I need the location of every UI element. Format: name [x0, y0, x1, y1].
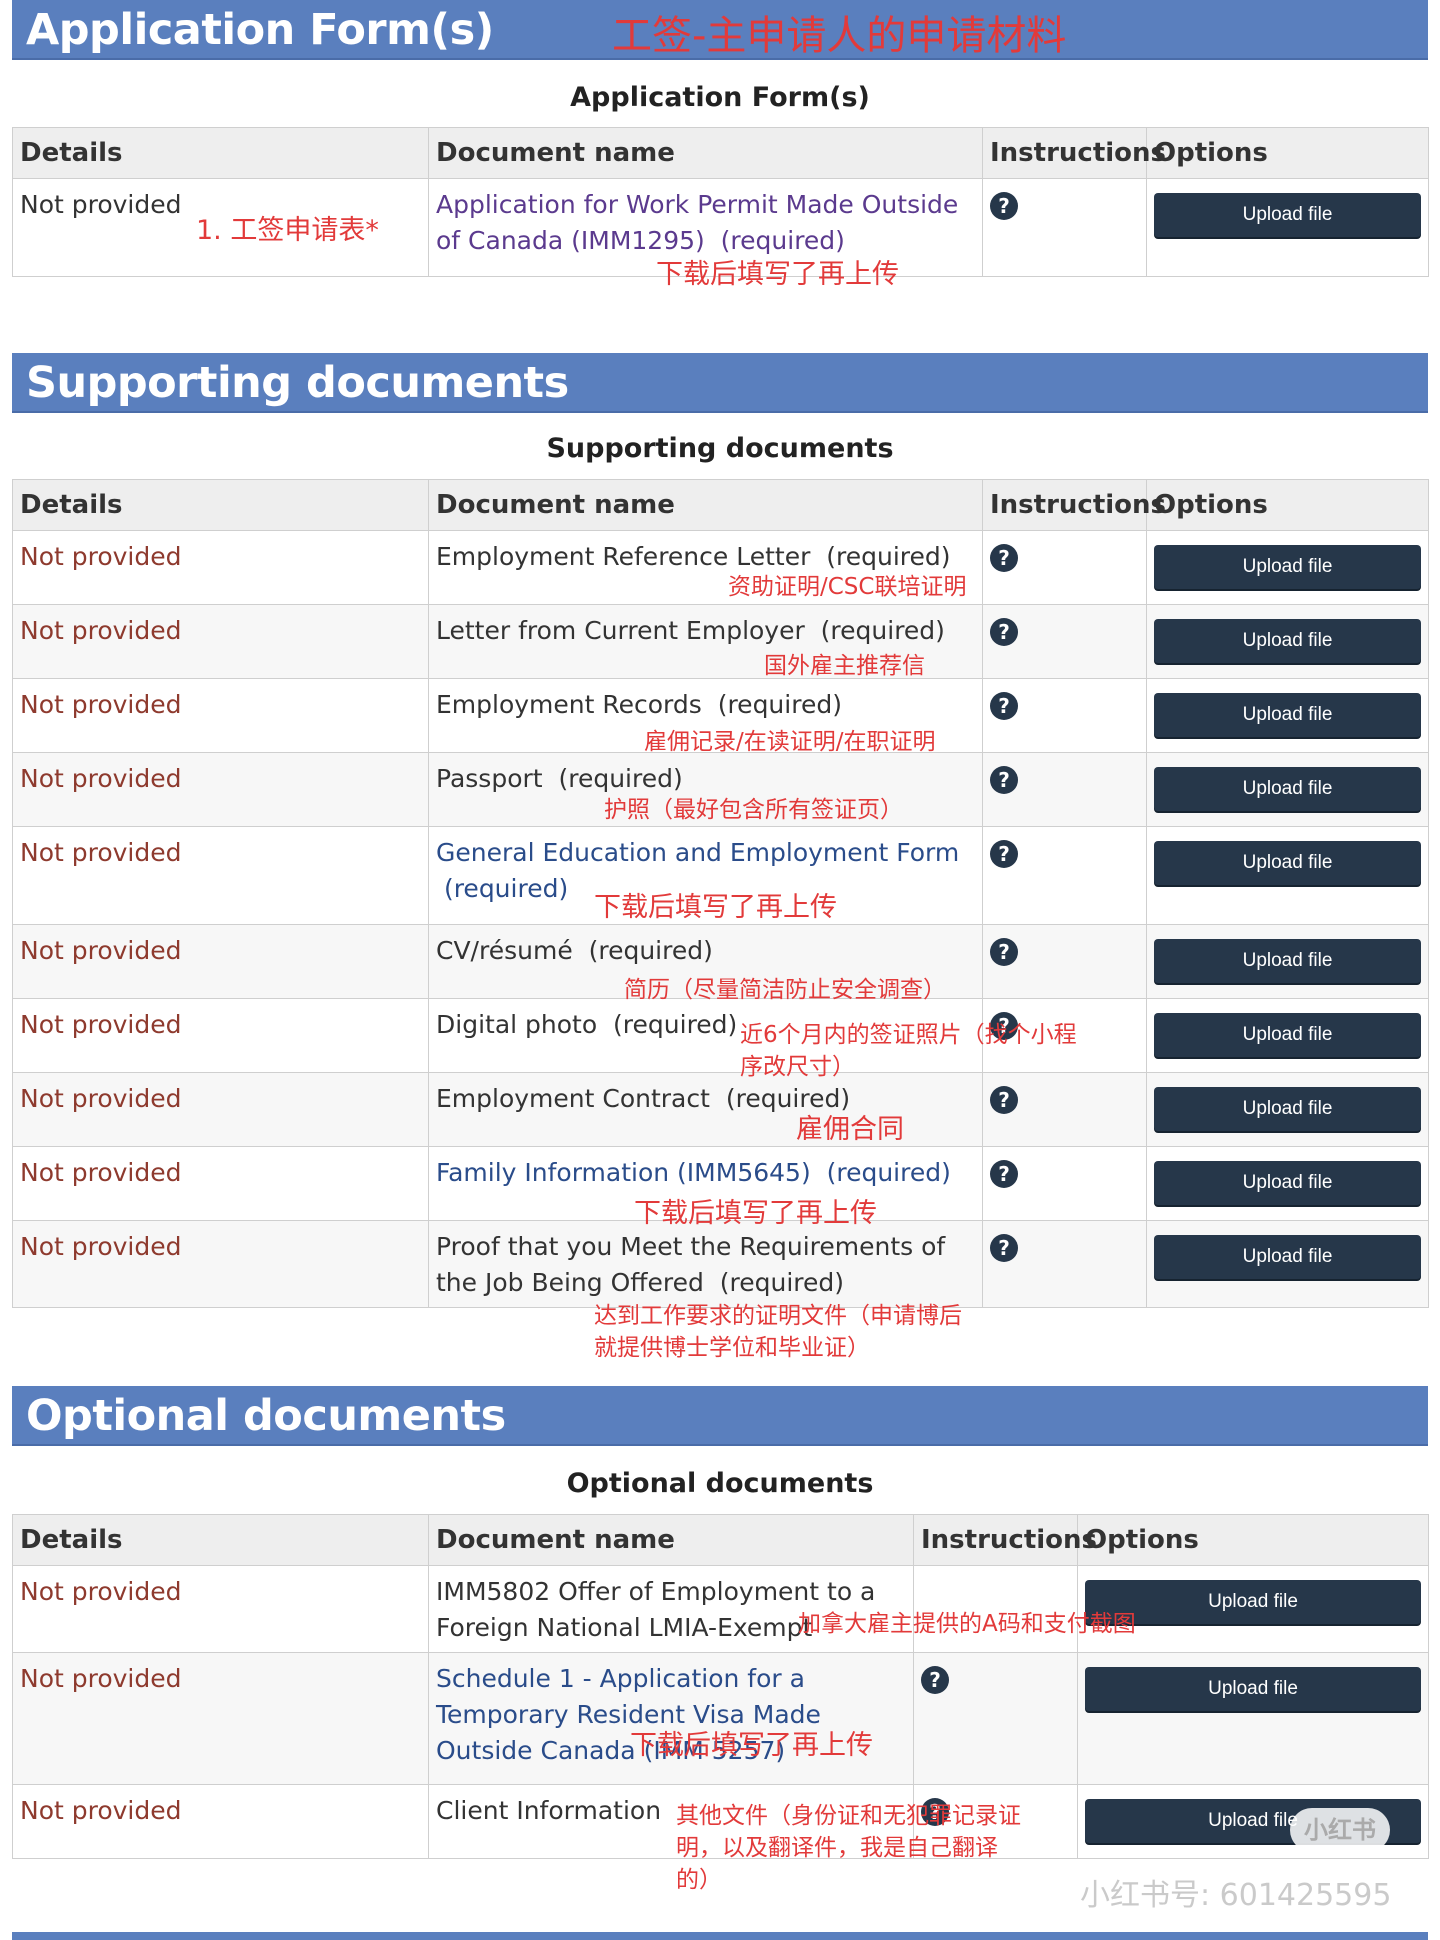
table-row: Not provided Proof that you Meet the Req… — [12, 1220, 1429, 1308]
question-circle-icon[interactable]: ? — [990, 192, 1018, 220]
upload-file-button[interactable]: Upload file — [1085, 1667, 1421, 1711]
table-row: Not provided Digital photo (required) ? … — [12, 998, 1429, 1073]
upload-file-button[interactable]: Upload file — [1154, 619, 1421, 663]
table-row: Not provided Employment Contract (requir… — [12, 1072, 1429, 1147]
table-caption: Supporting documents — [546, 433, 894, 464]
col-header-details: Details — [12, 127, 429, 179]
watermark-text: 小红书号: 601425595 — [1080, 1878, 1392, 1913]
upload-file-button[interactable]: Upload file — [1154, 193, 1421, 237]
status-text: Not provided — [20, 936, 182, 965]
status-text: Not provided — [20, 616, 182, 645]
col-header-instructions: Instructions — [913, 1514, 1097, 1566]
annotation: 下载后填写了再上传 — [630, 1730, 873, 1761]
annotation: 下载后填写了再上传 — [594, 892, 837, 923]
question-circle-icon[interactable]: ? — [990, 544, 1018, 572]
table-row: Not provided Employment Reference Letter… — [12, 530, 1429, 605]
status-text: Not provided — [20, 1796, 182, 1825]
annotation-title: 工签-主申请人的申请材料 — [612, 13, 1067, 59]
col-header-instructions: Instructions — [982, 127, 1166, 179]
section-header-optional: Optional documents — [12, 1386, 1428, 1446]
document-name: Employment Contract (required) — [436, 1084, 851, 1113]
status-text: Not provided — [20, 1577, 182, 1606]
status-text: Not provided — [20, 542, 182, 571]
annotation: 国外雇主推荐信 — [764, 653, 925, 679]
status-text: Not provided — [20, 1010, 182, 1039]
annotation: 雇佣记录/在读证明/在职证明 — [644, 729, 936, 755]
watermark-logo: 小红书 — [1290, 1808, 1390, 1852]
annotation: 达到工作要求的证明文件（申请博后就提供博士学位和毕业证） — [594, 1303, 962, 1361]
question-circle-icon[interactable]: ? — [990, 618, 1018, 646]
question-circle-icon[interactable]: ? — [921, 1666, 949, 1694]
col-header-options: Options — [1146, 479, 1429, 531]
table-caption: Optional documents — [566, 1468, 874, 1499]
col-header-document: Document name — [428, 479, 983, 531]
document-name: Passport (required) — [436, 764, 683, 793]
status-text: Not provided — [20, 1084, 182, 1113]
status-text: Not provided — [20, 690, 182, 719]
upload-file-button[interactable]: Upload file — [1154, 841, 1421, 885]
annotation: 护照（最好包含所有签证页） — [604, 797, 903, 823]
question-circle-icon[interactable]: ? — [990, 938, 1018, 966]
col-header-document: Document name — [428, 127, 983, 179]
annotation: 加拿大雇主提供的A码和支付截图 — [798, 1611, 1136, 1637]
upload-file-button[interactable]: Upload file — [1154, 1161, 1421, 1205]
annotation: 下载后填写了再上传 — [656, 259, 899, 290]
upload-file-button[interactable]: Upload file — [1154, 1235, 1421, 1279]
annotation: 简历（尽量简洁防止安全调查） — [624, 977, 946, 1003]
status-text: Not provided — [20, 764, 182, 793]
question-circle-icon[interactable]: ? — [990, 840, 1018, 868]
upload-file-button[interactable]: Upload file — [1154, 1013, 1421, 1057]
col-header-instructions: Instructions — [982, 479, 1166, 531]
document-name: Client Information — [436, 1796, 662, 1825]
table-row: Not provided IMM5802 Offer of Employment… — [12, 1565, 1429, 1653]
document-name: CV/résumé (required) — [436, 936, 713, 965]
table-row: Not provided Letter from Current Employe… — [12, 604, 1429, 679]
section-title: Supporting documents — [26, 358, 569, 408]
status-text: Not provided — [20, 1664, 182, 1693]
annotation: 下载后填写了再上传 — [634, 1198, 877, 1229]
question-circle-icon[interactable]: ? — [990, 1234, 1018, 1262]
question-circle-icon[interactable]: ? — [990, 1086, 1018, 1114]
table-caption: Application Form(s) — [570, 82, 870, 113]
section-title: Application Form(s) — [26, 5, 494, 55]
upload-file-button[interactable]: Upload file — [1154, 939, 1421, 983]
annotation: 雇佣合同 — [796, 1114, 904, 1145]
question-circle-icon[interactable]: ? — [990, 692, 1018, 720]
col-header-options: Options — [1146, 127, 1429, 179]
annotation: 近6个月内的签证照片（找个小程序改尺寸） — [740, 1022, 1077, 1080]
forms-table: Details Document name Instructions Optio… — [12, 127, 1429, 277]
next-section-bar — [12, 1932, 1428, 1940]
status-text: Not provided — [20, 190, 182, 219]
section-header-supporting: Supporting documents — [12, 353, 1428, 413]
annotation: 1. 工签申请表* — [196, 215, 379, 246]
question-circle-icon[interactable]: ? — [990, 1160, 1018, 1188]
upload-file-button[interactable]: Upload file — [1154, 1087, 1421, 1131]
upload-file-button[interactable]: Upload file — [1154, 693, 1421, 737]
col-header-details: Details — [12, 479, 429, 531]
status-text: Not provided — [20, 838, 182, 867]
document-name: Letter from Current Employer (required) — [436, 616, 945, 645]
question-circle-icon[interactable]: ? — [990, 766, 1018, 794]
annotation: 资助证明/CSC联培证明 — [728, 574, 967, 600]
section-title: Optional documents — [26, 1391, 506, 1441]
col-header-document: Document name — [428, 1514, 914, 1566]
annotation: 其他文件（身份证和无犯罪记录证明，以及翻译件，我是自己翻译的） — [676, 1803, 1021, 1893]
table-row: Not provided Schedule 1 - Application fo… — [12, 1652, 1429, 1785]
document-link[interactable]: Family Information (IMM5645) (required) — [436, 1158, 951, 1187]
document-name: Employment Reference Letter (required) — [436, 542, 951, 571]
status-text: Not provided — [20, 1232, 182, 1261]
document-name: Employment Records (required) — [436, 690, 842, 719]
document-name: Digital photo (required) — [436, 1010, 738, 1039]
document-link[interactable]: Application for Work Permit Made Outside… — [436, 190, 958, 255]
upload-file-button[interactable]: Upload file — [1154, 767, 1421, 811]
col-header-options: Options — [1077, 1514, 1429, 1566]
col-header-details: Details — [12, 1514, 429, 1566]
status-text: Not provided — [20, 1158, 182, 1187]
document-name: Proof that you Meet the Requirements of … — [436, 1232, 946, 1297]
upload-file-button[interactable]: Upload file — [1154, 545, 1421, 589]
